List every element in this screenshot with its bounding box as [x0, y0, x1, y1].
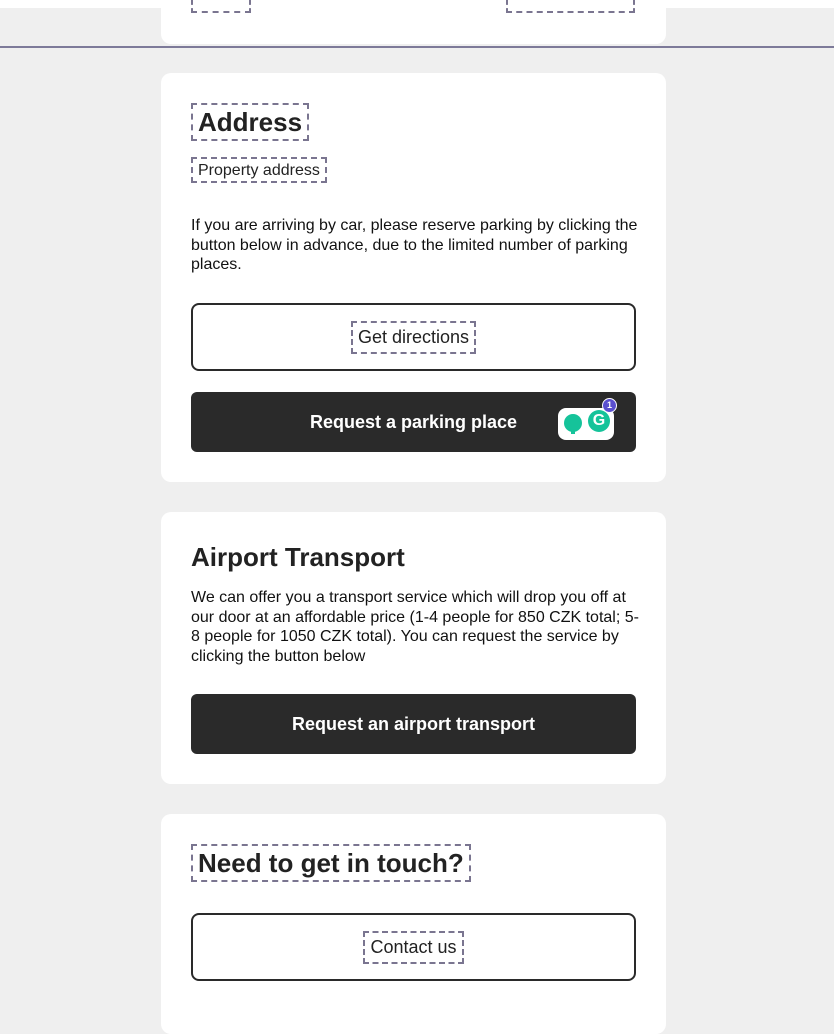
- previous-section-strip: [0, 0, 834, 48]
- address-card: Address Property address If you are arri…: [161, 73, 666, 482]
- previous-element-stub-left: [191, 0, 251, 13]
- contact-heading: Need to get in touch?: [198, 848, 464, 878]
- notification-badge: 1: [602, 398, 617, 413]
- lightbulb-icon: [564, 414, 582, 434]
- previous-card-bottom: [161, 0, 666, 44]
- request-parking-label: Request a parking place: [309, 411, 518, 432]
- grammarly-icon: G: [588, 410, 610, 432]
- get-directions-label: Get directions: [350, 320, 477, 354]
- get-directions-button[interactable]: Get directions: [191, 303, 636, 371]
- airport-heading: Airport Transport: [191, 542, 405, 572]
- contact-us-label: Contact us: [363, 930, 464, 964]
- contact-heading-box: Need to get in touch?: [191, 844, 471, 882]
- address-heading: Address: [198, 107, 303, 137]
- grammarly-widget[interactable]: G 1: [558, 398, 617, 440]
- property-address: Property address: [191, 157, 327, 183]
- contact-us-button[interactable]: Contact us: [191, 913, 636, 981]
- previous-element-stub-right: [506, 0, 635, 13]
- parking-info-text: If you are arriving by car, please reser…: [191, 217, 638, 273]
- request-airport-transport-button[interactable]: Request an airport transport: [191, 694, 636, 754]
- airport-card: Airport Transport We can offer you a tra…: [161, 512, 666, 784]
- contact-card: Need to get in touch? Contact us: [161, 814, 666, 1034]
- address-heading-box: Address: [191, 103, 310, 141]
- airport-info-text: We can offer you a transport service whi…: [191, 589, 639, 665]
- request-parking-button[interactable]: Request a parking place G 1: [191, 392, 636, 452]
- request-airport-transport-label: Request an airport transport: [291, 713, 536, 734]
